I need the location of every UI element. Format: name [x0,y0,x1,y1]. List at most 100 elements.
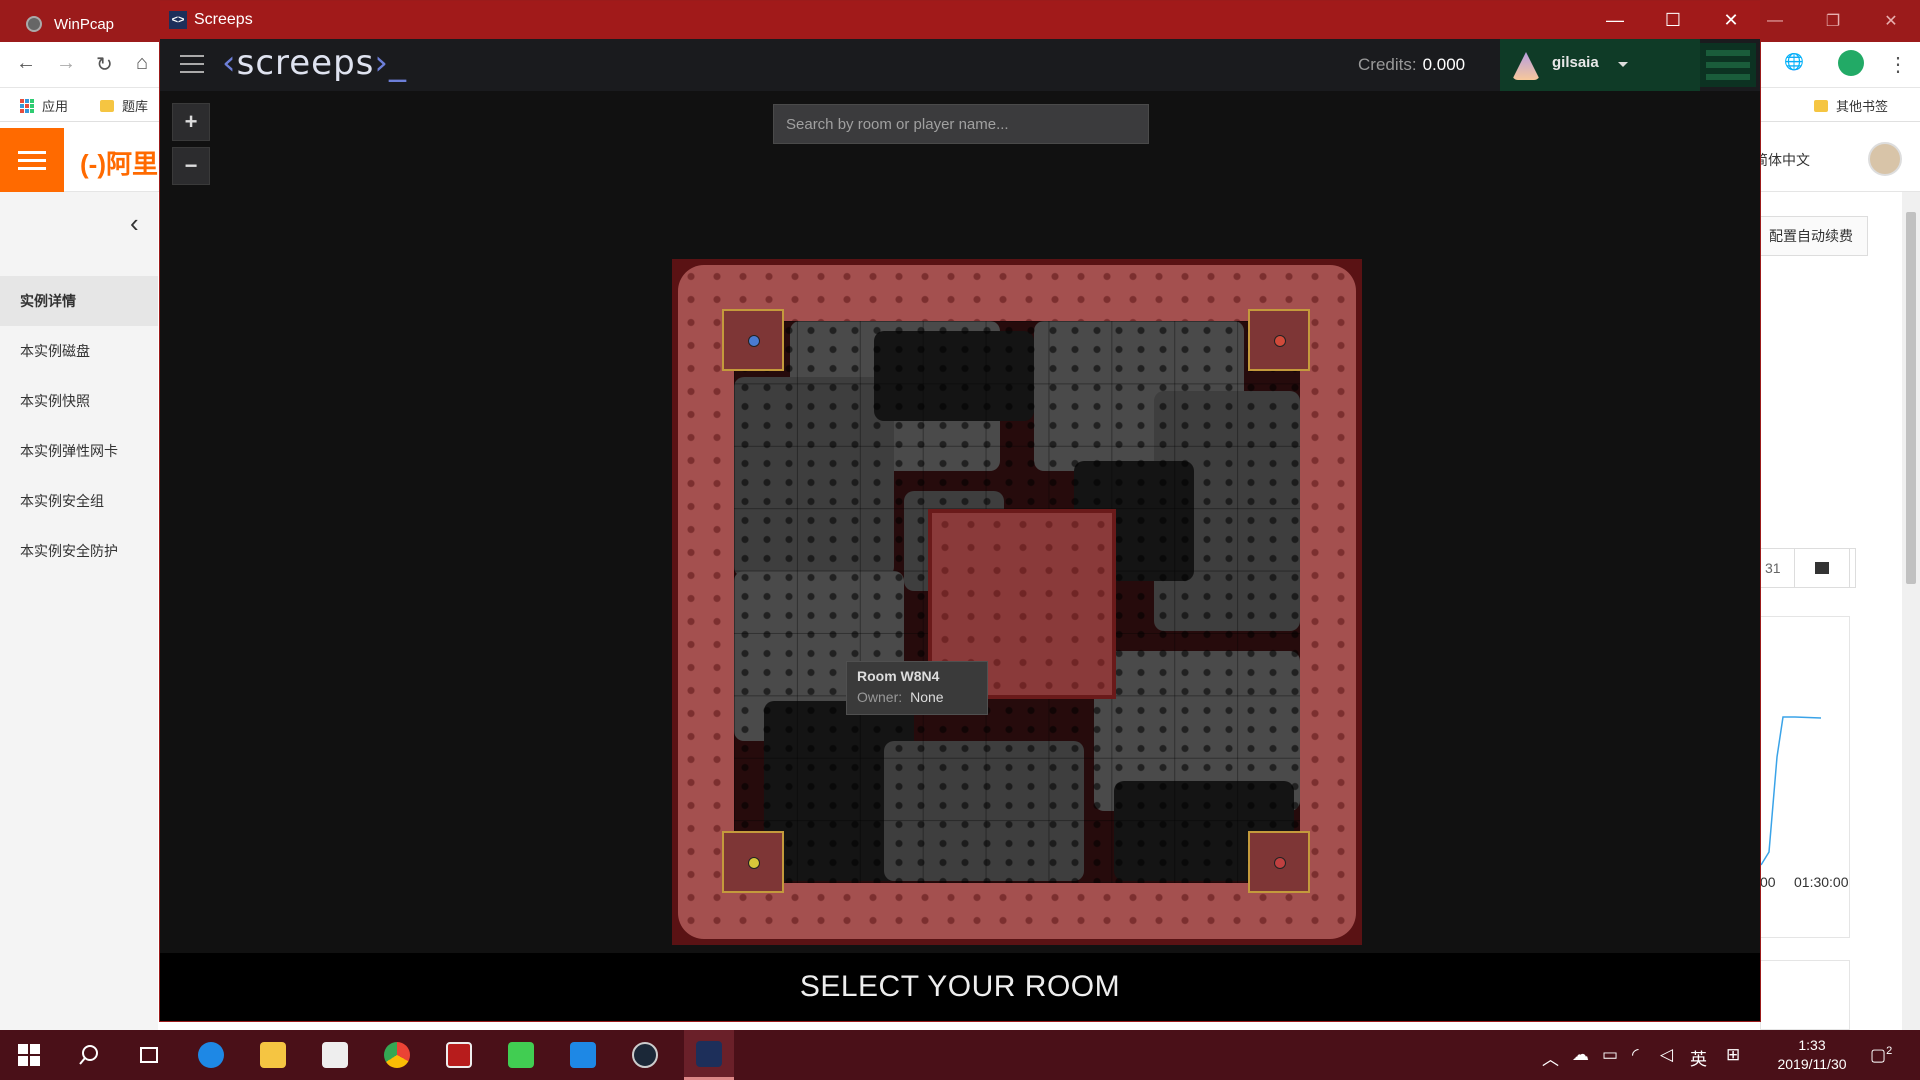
chart-tick: 00 [1760,874,1776,890]
qt-creator-icon[interactable] [496,1030,546,1080]
ime-mode-icon[interactable]: ⊞ [1726,1045,1740,1065]
sidebar-item-security-group[interactable]: 本实例安全组 [0,476,158,526]
tab-favicon-icon [26,16,42,32]
forward-arrow-icon[interactable]: → [56,52,76,75]
close-button[interactable]: ✕ [1702,1,1760,39]
corner-room-bottom-right[interactable] [1248,831,1310,893]
minimize-button[interactable]: — [1586,1,1644,39]
map-sector [874,331,1034,421]
corner-room-top-right[interactable] [1248,309,1310,371]
source-keeper-orb-icon [748,857,760,869]
sidebar-item-eni[interactable]: 本实例弹性网卡 [0,426,158,476]
caret-down-icon [1618,62,1628,67]
browser-close-icon[interactable]: ✕ [1862,0,1920,42]
extension-globe-icon[interactable]: 🌐 [1784,52,1804,72]
taskbar-search-icon[interactable] [64,1030,114,1080]
taskbar-clock[interactable]: 1:33 2019/11/30 [1766,1036,1858,1074]
notification-count: 2 [1886,1045,1893,1057]
site-right-panel: 配置自动续费 31 00 01:30:00 [1760,192,1920,1030]
corner-room-bottom-left[interactable] [722,831,784,893]
select-room-banner: SELECT YOUR ROOM [160,953,1760,1021]
user-avatar[interactable] [1868,142,1902,176]
onedrive-icon[interactable]: ☁ [1572,1045,1589,1065]
sidebar-item-disks[interactable]: 本实例磁盘 [0,326,158,376]
credits-display: Credits: 0.000 [1358,55,1465,75]
tooltip-room-name: Room W8N4 [857,668,940,684]
apps-grid-icon [20,98,34,113]
source-keeper-orb-icon [748,335,760,347]
clock-time: 1:33 [1798,1037,1826,1053]
source-keeper-orb-icon [1274,857,1286,869]
user-badge-icon [1512,52,1540,80]
window-controls: — ☐ ✕ [1586,1,1760,39]
browser-tab[interactable]: WinPcap [10,6,162,42]
file-explorer-icon[interactable] [248,1030,298,1080]
volume-icon[interactable]: ◁ [1660,1045,1673,1065]
bookmark-quiz[interactable]: 题库 [100,96,148,115]
world-map[interactable] [672,259,1362,945]
user-menu-icon[interactable] [1700,43,1756,87]
windows-logo-icon [18,1044,40,1066]
sidebar-item-snapshots[interactable]: 本实例快照 [0,376,158,426]
steam-icon[interactable] [620,1030,670,1080]
back-arrow-icon[interactable]: ← [16,52,36,75]
acrobat-icon[interactable] [434,1030,484,1080]
room-search-input[interactable] [773,104,1149,144]
map-sector [734,377,894,577]
sidebar-item-security-protection[interactable]: 本实例安全防护 [0,526,158,576]
tooltip-owner: Owner: None [857,689,944,705]
task-view-icon[interactable] [124,1030,174,1080]
screeps-logo: ‹screeps›_ [222,43,407,83]
sidebar-item-instance-details[interactable]: 实例详情 [0,276,158,326]
screeps-taskbar-icon[interactable] [684,1030,734,1080]
auto-renew-button[interactable]: 配置自动续费 [1760,216,1868,256]
metrics-line [1760,716,1822,866]
metrics-chart-2 [1760,960,1850,1030]
bookmark-other[interactable]: 其他书签 [1814,96,1888,115]
app-header: ‹screeps›_ Credits: 0.000 gilsaia [160,39,1760,91]
bookmark-apps[interactable]: 应用 [20,96,68,115]
reload-icon[interactable]: ↻ [96,52,113,77]
site-sidebar: ‹ 实例详情 本实例磁盘 本实例快照 本实例弹性网卡 本实例安全组 本实例安全防… [0,192,158,1030]
world-map-view: + − Search by room or player name... Roo… [160,91,1760,953]
user-dropdown[interactable]: gilsaia [1500,39,1700,91]
credits-value: 0.000 [1422,55,1466,74]
site-menu-button[interactable] [0,128,64,192]
notifications-icon[interactable]: ▢2 [1870,1045,1892,1066]
window-title: Screeps [194,11,253,28]
home-icon[interactable]: ⌂ [136,52,148,75]
vscode-icon[interactable] [558,1030,608,1080]
store-icon[interactable] [310,1030,360,1080]
window-titlebar[interactable]: <> Screeps — ☐ ✕ [160,1,1760,39]
tray-chevron-icon[interactable]: ︿ [1542,1045,1559,1070]
ime-indicator[interactable]: 英 [1690,1045,1707,1070]
folder-icon [1814,99,1828,112]
start-button[interactable] [4,1030,54,1080]
calendar-button[interactable] [1794,548,1850,588]
hamburger-menu-icon[interactable] [180,55,204,73]
collapse-chevron-icon[interactable]: ‹ [130,208,139,239]
chrome-icon[interactable] [372,1030,422,1080]
language-selector[interactable]: 简体中文 [1754,150,1810,170]
tab-title: WinPcap [54,15,115,33]
scrollbar-thumb[interactable] [1906,212,1916,584]
page-scrollbar[interactable] [1902,192,1920,1030]
edge-icon[interactable] [186,1030,236,1080]
credits-label: Credits: [1358,55,1417,74]
profile-avatar-icon[interactable] [1838,50,1864,76]
zoom-in-button[interactable]: + [172,103,210,141]
username: gilsaia [1552,54,1599,71]
windows-taskbar: ︿ ☁ ▭ ◜ ◁ 英 ⊞ 1:33 2019/11/30 ▢2 [0,1030,1920,1080]
corner-room-top-left[interactable] [722,309,784,371]
browser-restore-icon[interactable]: ❐ [1804,0,1862,42]
room-tooltip: Room W8N4 Owner: None [846,661,988,715]
source-keeper-orb-icon [1274,335,1286,347]
calendar-icon [1815,562,1829,574]
wifi-icon[interactable]: ◜ [1632,1045,1639,1065]
browser-menu-icon[interactable]: ⋮ [1888,52,1908,77]
battery-icon[interactable]: ▭ [1602,1045,1618,1065]
zoom-out-button[interactable]: − [172,147,210,185]
site-logo: (-)阿里 [80,149,158,179]
chart-tick: 01:30:00 [1794,874,1849,890]
maximize-button[interactable]: ☐ [1644,1,1702,39]
